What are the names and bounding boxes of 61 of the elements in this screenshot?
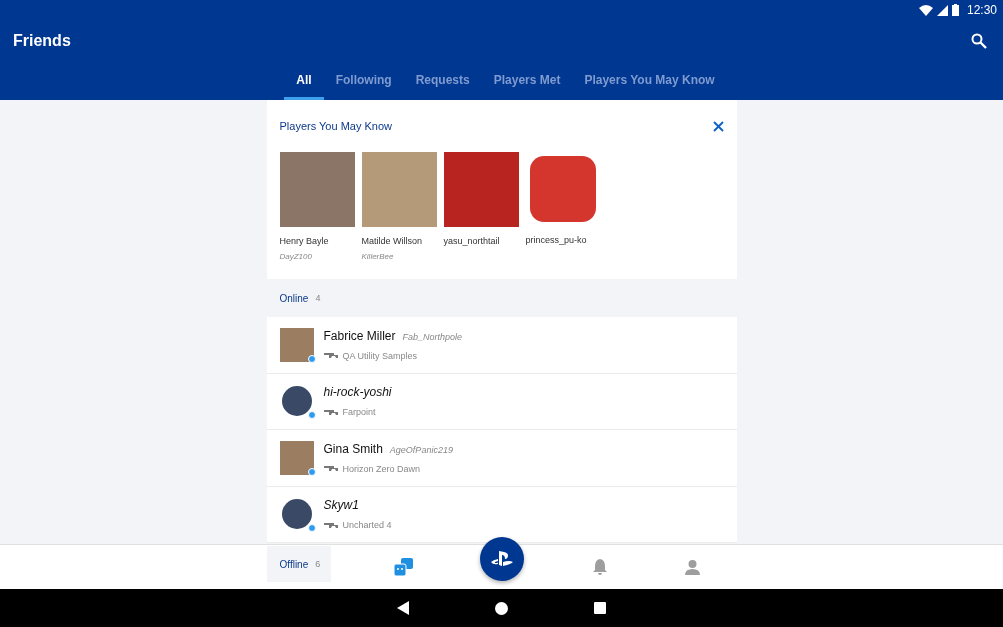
friend-name: hi-rock-yoshi [323,385,392,400]
screen-title: Friends [13,32,71,50]
player-suggestion[interactable]: Henry Bayle DayZ100 [279,152,355,261]
console-icon [323,408,338,416]
online-id: KillerBee [361,252,395,261]
battery-icon [951,4,959,16]
avatar-placeholder [281,499,312,530]
online-id: AgeOfPanic219 [389,444,453,455]
card-title: Players You May Know [279,120,392,132]
home-icon[interactable] [495,601,508,615]
online-status-dot [307,467,316,476]
online-id: DayZ100 [279,252,313,261]
friend-row[interactable]: Fabrice Miller Fab_Northpole QA Utility Samples [266,317,737,374]
friend-name: Fabrice Miller [323,328,396,343]
game-title: Uncharted 4 [342,520,392,531]
avatar-placeholder [279,440,314,475]
game-title: Farpoint [342,407,376,418]
clock-time: 12:30 [966,3,997,17]
tab[interactable]: Following [323,62,404,100]
online-status-dot [307,524,316,533]
tab[interactable]: Requests [403,62,482,100]
game-title: QA Utility Samples [342,350,418,361]
section-label: Offline [279,558,309,570]
game-title: Horizon Zero Dawn [342,463,421,474]
online-id: Fab_Northpole [402,331,463,342]
signal-icon [936,4,948,16]
online-status-dot [307,354,316,363]
back-icon[interactable] [397,601,409,615]
console-icon [323,465,338,473]
friend-name: Skyw1 [323,498,359,513]
avatar-placeholder [281,386,312,417]
player-name: Henry Bayle [279,236,330,246]
player-suggestion[interactable]: yasu_northtail [443,152,519,261]
search-icon[interactable] [971,33,987,49]
section-count: 6 [315,559,321,569]
friend-row[interactable]: hi-rock-yoshi Farpoint [266,373,737,430]
wifi-icon [918,4,933,16]
tab[interactable]: Players You May Know [572,62,727,100]
console-icon [323,521,338,529]
section-count: 4 [315,293,321,303]
friend-row[interactable]: Gina Smith AgeOfPanic219 Horizon Zero Dawn [266,430,737,487]
bell-icon[interactable] [592,559,607,575]
console-icon [323,352,338,360]
friend-name: Gina Smith [323,441,383,456]
friend-row[interactable]: Skyw1 Uncharted 4 [266,486,737,543]
avatar-placeholder [529,156,596,222]
player-suggestion[interactable]: princess_pu-ko [525,152,601,261]
player-name: Matilde Willson [361,236,424,246]
close-icon[interactable] [712,120,724,132]
player-name: princess_pu-ko [525,235,588,245]
playstation-logo-icon [490,551,513,567]
profile-icon[interactable] [685,559,700,575]
friends-icon[interactable] [394,558,413,576]
player-name: yasu_northtail [443,236,501,246]
avatar-placeholder [279,327,314,362]
playstation-button[interactable] [479,537,524,581]
online-status-dot [307,411,316,420]
player-suggestion[interactable]: Matilde Willson KillerBee [361,152,437,261]
offline-header[interactable]: Offline 6 [266,546,331,582]
tab[interactable]: Players Met [481,62,573,100]
section-label: Online [279,292,309,304]
